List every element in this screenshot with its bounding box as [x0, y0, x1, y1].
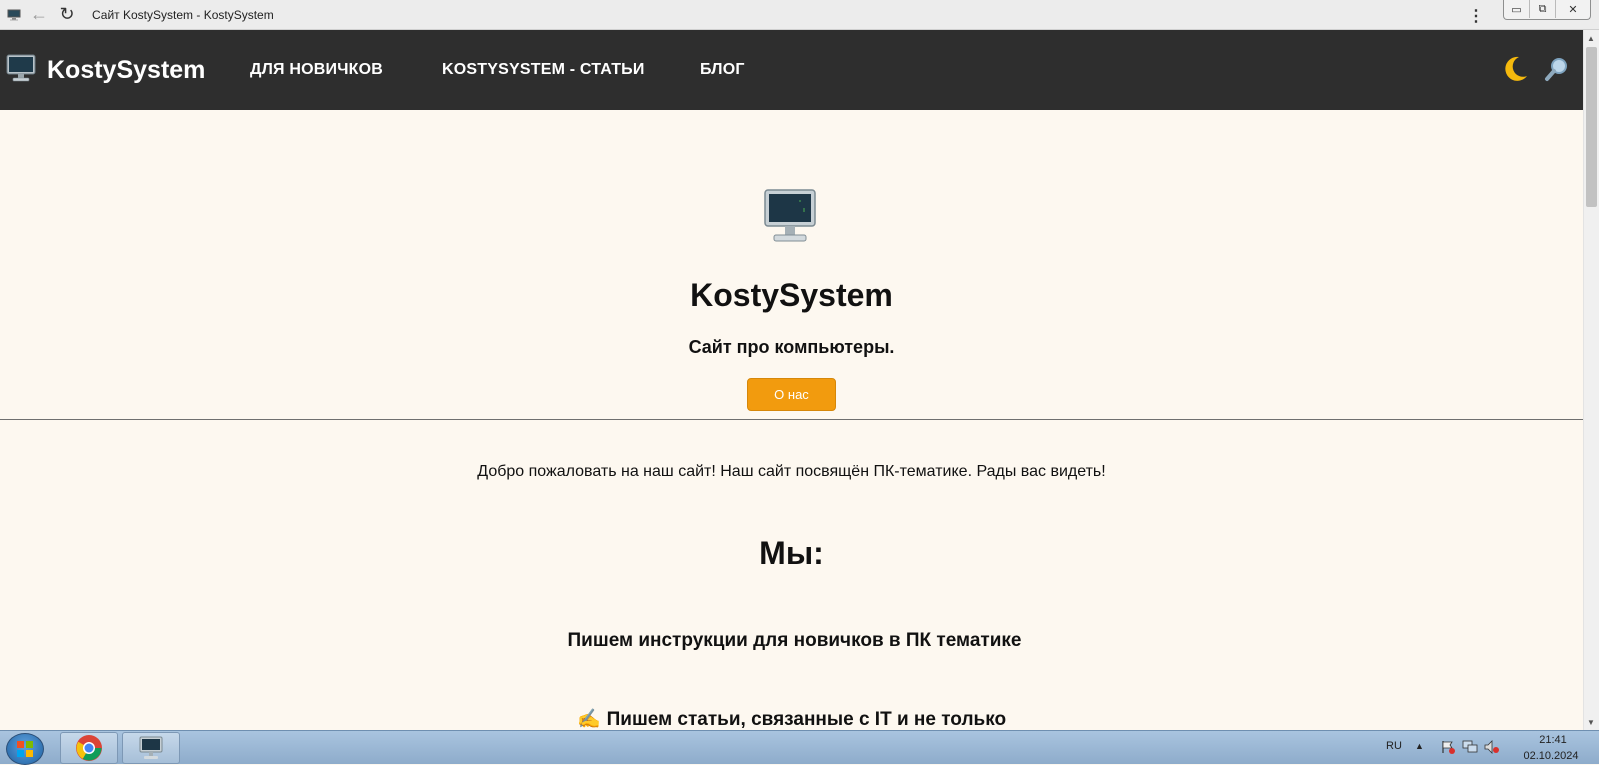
start-button[interactable] — [6, 733, 44, 765]
site-logo[interactable]: KostySystem — [5, 52, 205, 89]
logo-text: KostySystem — [47, 56, 206, 84]
hero-subtitle: Сайт про компьютеры. — [688, 337, 895, 357]
we-heading: Мы: — [759, 535, 824, 571]
nav-link-beginners[interactable]: ДЛЯ НОВИЧКОВ — [250, 61, 383, 79]
scrollbar-thumb[interactable] — [1586, 47, 1597, 207]
reload-button[interactable]: ↻ — [56, 4, 78, 26]
action-center-flag-icon[interactable] — [1440, 740, 1456, 754]
desktop-computer-icon — [139, 736, 163, 759]
browser-toolbar: ← ↻ Сайт KostySystem - KostySystem ⋮ — [0, 0, 1599, 30]
hero-title: KostySystem — [690, 277, 893, 313]
restore-button[interactable]: ⧉ — [1530, 0, 1556, 18]
monitor-favicon-icon — [6, 8, 22, 22]
nav-link-blog[interactable]: БЛОГ — [700, 61, 745, 79]
scroll-up-arrow-icon[interactable]: ▲ — [1583, 30, 1599, 46]
clock-date[interactable]: 02.10.2024 — [1518, 750, 1584, 762]
nav-link-articles[interactable]: KOSTYSYSTEM - СТАТЬИ — [442, 61, 645, 79]
clock-time[interactable]: 21:41 — [1520, 734, 1586, 746]
site-header: KostySystem ДЛЯ НОВИЧКОВ KOSTYSYSTEM - С… — [0, 30, 1583, 110]
feature-text: Пишем инструкции для новичков в ПК темат… — [567, 630, 1022, 651]
search-icon[interactable] — [1544, 56, 1570, 87]
taskbar-chrome[interactable] — [60, 732, 118, 764]
desktop-computer-icon — [762, 188, 818, 251]
about-us-button[interactable]: О нас — [747, 378, 836, 411]
back-button[interactable]: ← — [28, 4, 50, 26]
windows-logo-icon — [17, 741, 33, 757]
close-button[interactable]: ✕ — [1556, 0, 1590, 18]
writing-hand-icon: ✍ — [576, 709, 601, 730]
taskbar: RU ▲ 21:41 02.10.2024 — [0, 730, 1599, 765]
feature-text: Пишем статьи, связанные с IT и не только — [606, 709, 1007, 730]
show-hidden-icons-arrow-icon[interactable]: ▲ — [1415, 741, 1424, 751]
feature-item: ✍ Пишем статьи, связанные с IT и не тольк… — [0, 707, 1583, 731]
chrome-icon — [76, 735, 102, 761]
page-title-bar: Сайт KostySystem - KostySystem — [92, 7, 274, 22]
moon-icon[interactable] — [1500, 54, 1530, 89]
minimize-button[interactable]: ▭ — [1504, 0, 1530, 18]
volume-muted-icon[interactable] — [1484, 740, 1500, 754]
taskbar-active-window[interactable] — [122, 732, 180, 764]
window-controls: ▭ ⧉ ✕ — [1503, 0, 1591, 20]
browser-menu-icon[interactable]: ⋮ — [1468, 6, 1484, 26]
network-icon[interactable] — [1462, 740, 1478, 754]
language-indicator[interactable]: RU — [1386, 740, 1402, 752]
scroll-down-arrow-icon[interactable]: ▼ — [1583, 714, 1599, 730]
feature-item: Пишем инструкции для новичков в ПК темат… — [0, 630, 1583, 652]
welcome-text: Добро пожаловать на наш сайт! Наш сайт п… — [477, 463, 1106, 480]
section-divider — [0, 419, 1583, 420]
desktop-computer-icon — [5, 52, 37, 89]
